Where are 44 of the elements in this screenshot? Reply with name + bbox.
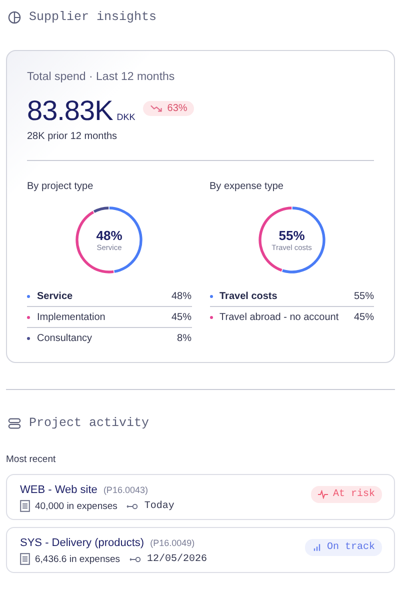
trend-icon <box>150 104 164 112</box>
legend-value: 55% <box>354 290 374 302</box>
project-code: (P16.0043) <box>103 485 148 495</box>
date-text: Today <box>144 500 174 512</box>
legend-value: 8% <box>177 332 192 344</box>
card-caption: Total spend · Last 12 months <box>27 71 176 83</box>
center-value: 48% <box>96 228 122 243</box>
legend-label: Service <box>37 290 74 302</box>
section-title: Project activity <box>29 416 150 430</box>
bar-chart-icon <box>312 543 322 552</box>
status-badge: At risk <box>310 486 382 503</box>
pulse-icon <box>318 490 328 499</box>
legend-value: 45% <box>171 312 192 322</box>
total-amount: 83.83K <box>27 95 113 127</box>
legend-label: Implementation <box>37 312 106 322</box>
breakdown-title: By project type <box>27 181 94 192</box>
document-icon <box>20 553 30 565</box>
breakdown-title: By expense type <box>210 181 284 192</box>
key-icon <box>129 556 142 562</box>
legend-label: Travel costs <box>220 290 278 302</box>
legend-value: 48% <box>171 290 192 302</box>
project-card[interactable]: WEB - Web site (P16.0043) 40,000 in expenses Today At risk <box>6 474 395 520</box>
expenses-text: 40,000 in expenses <box>35 500 118 512</box>
project-code: (P16.0049) <box>150 538 195 548</box>
project-name: WEB - Web site <box>20 484 98 496</box>
change-badge: 63% <box>143 100 194 116</box>
project-name: SYS - Delivery (products) <box>20 537 144 549</box>
donut-slice <box>94 206 109 213</box>
status-badge: On track <box>304 539 382 556</box>
legend-label: Travel abroad - no account <box>220 312 340 322</box>
key-icon <box>126 502 138 510</box>
legend-label: Consultancy <box>37 332 94 344</box>
pie-chart-icon <box>8 10 21 24</box>
list-icon <box>8 416 21 430</box>
list-subtitle: Most recent <box>6 454 57 465</box>
date-text: 12/05/2026 <box>147 554 208 564</box>
legend-value: 45% <box>354 312 374 322</box>
project-card[interactable]: SYS - Delivery (products) (P16.0049) 6,436.6 in expenses 12/05/2026 On track <box>6 527 395 573</box>
document-icon <box>20 500 30 512</box>
prior-period-text: 28K prior 12 months <box>27 131 118 142</box>
section-title: Supplier insights <box>29 10 157 24</box>
center-value: 55% <box>278 228 305 243</box>
currency-label: DKK <box>116 112 136 122</box>
expenses-text: 6,436.6 in expenses <box>35 554 120 564</box>
